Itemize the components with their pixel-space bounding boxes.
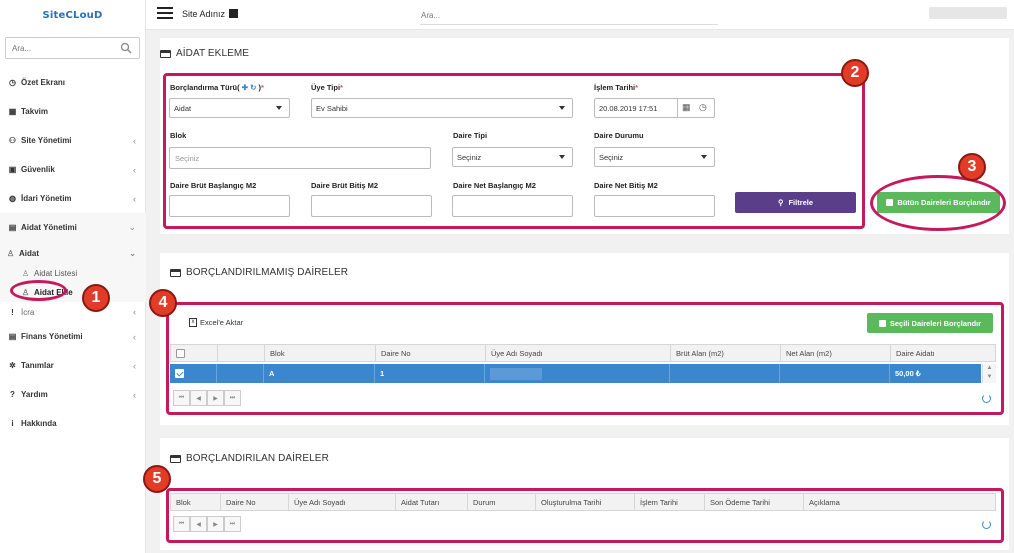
chevron-down-icon: ⌄ bbox=[128, 222, 136, 232]
external-link-icon bbox=[229, 9, 239, 18]
chevron-left-icon: ‹ bbox=[133, 389, 136, 400]
aidat-ekleme-title: AİDAT EKLEME bbox=[160, 48, 249, 59]
chevron-left-icon: ‹ bbox=[133, 164, 136, 175]
sidebar-item-label: Aidat Listesi bbox=[34, 269, 78, 278]
logo[interactable]: SiteCLouD bbox=[0, 0, 145, 30]
panel-title-text: BORÇLANDIRILAN DAİRELER bbox=[186, 453, 329, 464]
annotation-badge-4: 4 bbox=[149, 289, 177, 317]
sidebar-item-takvim[interactable]: ▦ Takvim bbox=[0, 97, 146, 126]
globe-icon: ◍ bbox=[9, 194, 16, 203]
sidebar-search-input[interactable] bbox=[6, 38, 116, 58]
unassigned-title: BORÇLANDIRILMAMIŞ DAİRELER bbox=[170, 267, 348, 278]
panel-title-text: BORÇLANDIRILMAMIŞ DAİRELER bbox=[186, 267, 349, 278]
question-icon: ? bbox=[10, 390, 15, 399]
annotation-box-5 bbox=[166, 488, 1004, 543]
chevron-down-icon: ⌄ bbox=[129, 248, 136, 258]
annotation-badge-5: 5 bbox=[143, 465, 171, 493]
annotation-badge-1: 1 bbox=[82, 284, 110, 312]
assigned-title: BORÇLANDIRILAN DAİRELER bbox=[170, 453, 329, 464]
user-icon: ♙ bbox=[22, 269, 30, 278]
sidebar-item-label: Hakkında bbox=[21, 419, 57, 428]
credit-card-icon bbox=[170, 268, 181, 277]
chevron-left-icon: ‹ bbox=[133, 307, 136, 317]
topbar: Site Adınız bbox=[146, 0, 1014, 30]
sidebar-item-aidat[interactable]: ♙ Aidat ⌄ bbox=[0, 242, 146, 264]
panel-title-text: AİDAT EKLEME bbox=[176, 48, 250, 59]
sidebar-item-tanimlar[interactable]: ✲ Tanımlar ‹ bbox=[0, 351, 146, 380]
chevron-left-icon: ‹ bbox=[133, 193, 136, 204]
annotation-badge-2: 2 bbox=[841, 59, 869, 87]
sidebar-item-label: Aidat Yönetimi bbox=[21, 223, 77, 232]
dashboard-icon: ◷ bbox=[9, 78, 16, 87]
sidebar-search[interactable] bbox=[5, 37, 140, 59]
annotation-badge-3: 3 bbox=[958, 153, 986, 181]
chevron-left-icon: ‹ bbox=[133, 360, 136, 371]
sidebar-item-finans[interactable]: ▤ Finans Yönetimi ‹ bbox=[0, 322, 146, 351]
sidebar: SiteCLouD ◷ Özet Ekranı ▦ Takvim ⚇ Site Yön… bbox=[0, 0, 146, 553]
gear-icon: ✲ bbox=[9, 361, 16, 370]
money-icon: ▤ bbox=[8, 223, 17, 232]
search-icon[interactable] bbox=[120, 42, 132, 54]
sidebar-item-label: İdari Yönetim bbox=[21, 194, 72, 203]
sidebar-item-label: İcra bbox=[21, 307, 35, 317]
hamburger-icon[interactable] bbox=[157, 7, 173, 20]
top-search[interactable] bbox=[420, 7, 718, 25]
sidebar-item-label: Yardım bbox=[21, 390, 48, 399]
sidebar-item-label: Güvenlik bbox=[21, 165, 55, 174]
annotation-ellipse-1 bbox=[10, 280, 67, 301]
sidebar-item-guvenlik[interactable]: ▣ Güvenlik ‹ bbox=[0, 155, 146, 184]
sidebar-item-label: Takvim bbox=[21, 107, 48, 116]
exclamation-icon: ! bbox=[11, 307, 14, 317]
lock-icon: ▣ bbox=[8, 165, 17, 174]
user-icon: ♙ bbox=[7, 248, 15, 258]
sidebar-item-hakkinda[interactable]: i Hakkında bbox=[0, 409, 146, 438]
user-menu[interactable] bbox=[929, 7, 1007, 19]
credit-card-icon bbox=[170, 454, 181, 463]
chevron-left-icon: ‹ bbox=[133, 135, 136, 146]
calendar-icon: ▦ bbox=[8, 107, 17, 116]
credit-card-icon bbox=[160, 49, 171, 58]
chevron-left-icon: ‹ bbox=[133, 331, 136, 342]
sidebar-item-label: Özet Ekranı bbox=[21, 78, 66, 87]
sidebar-item-idari-yonetim[interactable]: ◍ İdari Yönetim ‹ bbox=[0, 184, 146, 213]
annotation-box-4 bbox=[166, 302, 1004, 415]
site-name[interactable]: Site Adınız bbox=[182, 9, 239, 19]
annotation-ellipse-3 bbox=[870, 175, 1006, 231]
sidebar-item-aidat-listesi[interactable]: ♙ Aidat Listesi bbox=[0, 264, 146, 283]
sidebar-menu: ◷ Özet Ekranı ▦ Takvim ⚇ Site Yönetimi ‹ ▣ Gü… bbox=[0, 68, 146, 438]
site-name-label: Site Adınız bbox=[182, 9, 226, 19]
top-search-input[interactable] bbox=[420, 7, 718, 23]
sidebar-item-icra[interactable]: ! İcra ‹ bbox=[0, 302, 146, 322]
sidebar-item-yardim[interactable]: ? Yardım ‹ bbox=[0, 380, 146, 409]
users-icon: ⚇ bbox=[8, 136, 17, 145]
sidebar-item-label: Site Yönetimi bbox=[21, 136, 72, 145]
annotation-box-2 bbox=[163, 73, 865, 229]
sidebar-item-aidat-yonetimi[interactable]: ▤ Aidat Yönetimi ⌄ bbox=[0, 213, 146, 242]
sidebar-item-label: Tanımlar bbox=[21, 361, 54, 370]
sidebar-item-label: Aidat bbox=[19, 248, 39, 258]
finance-icon: ▤ bbox=[8, 332, 17, 341]
info-icon: i bbox=[11, 419, 14, 428]
sidebar-item-label: Finans Yönetimi bbox=[21, 332, 83, 341]
sidebar-item-ozet[interactable]: ◷ Özet Ekranı bbox=[0, 68, 146, 97]
sidebar-item-site-yonetimi[interactable]: ⚇ Site Yönetimi ‹ bbox=[0, 126, 146, 155]
